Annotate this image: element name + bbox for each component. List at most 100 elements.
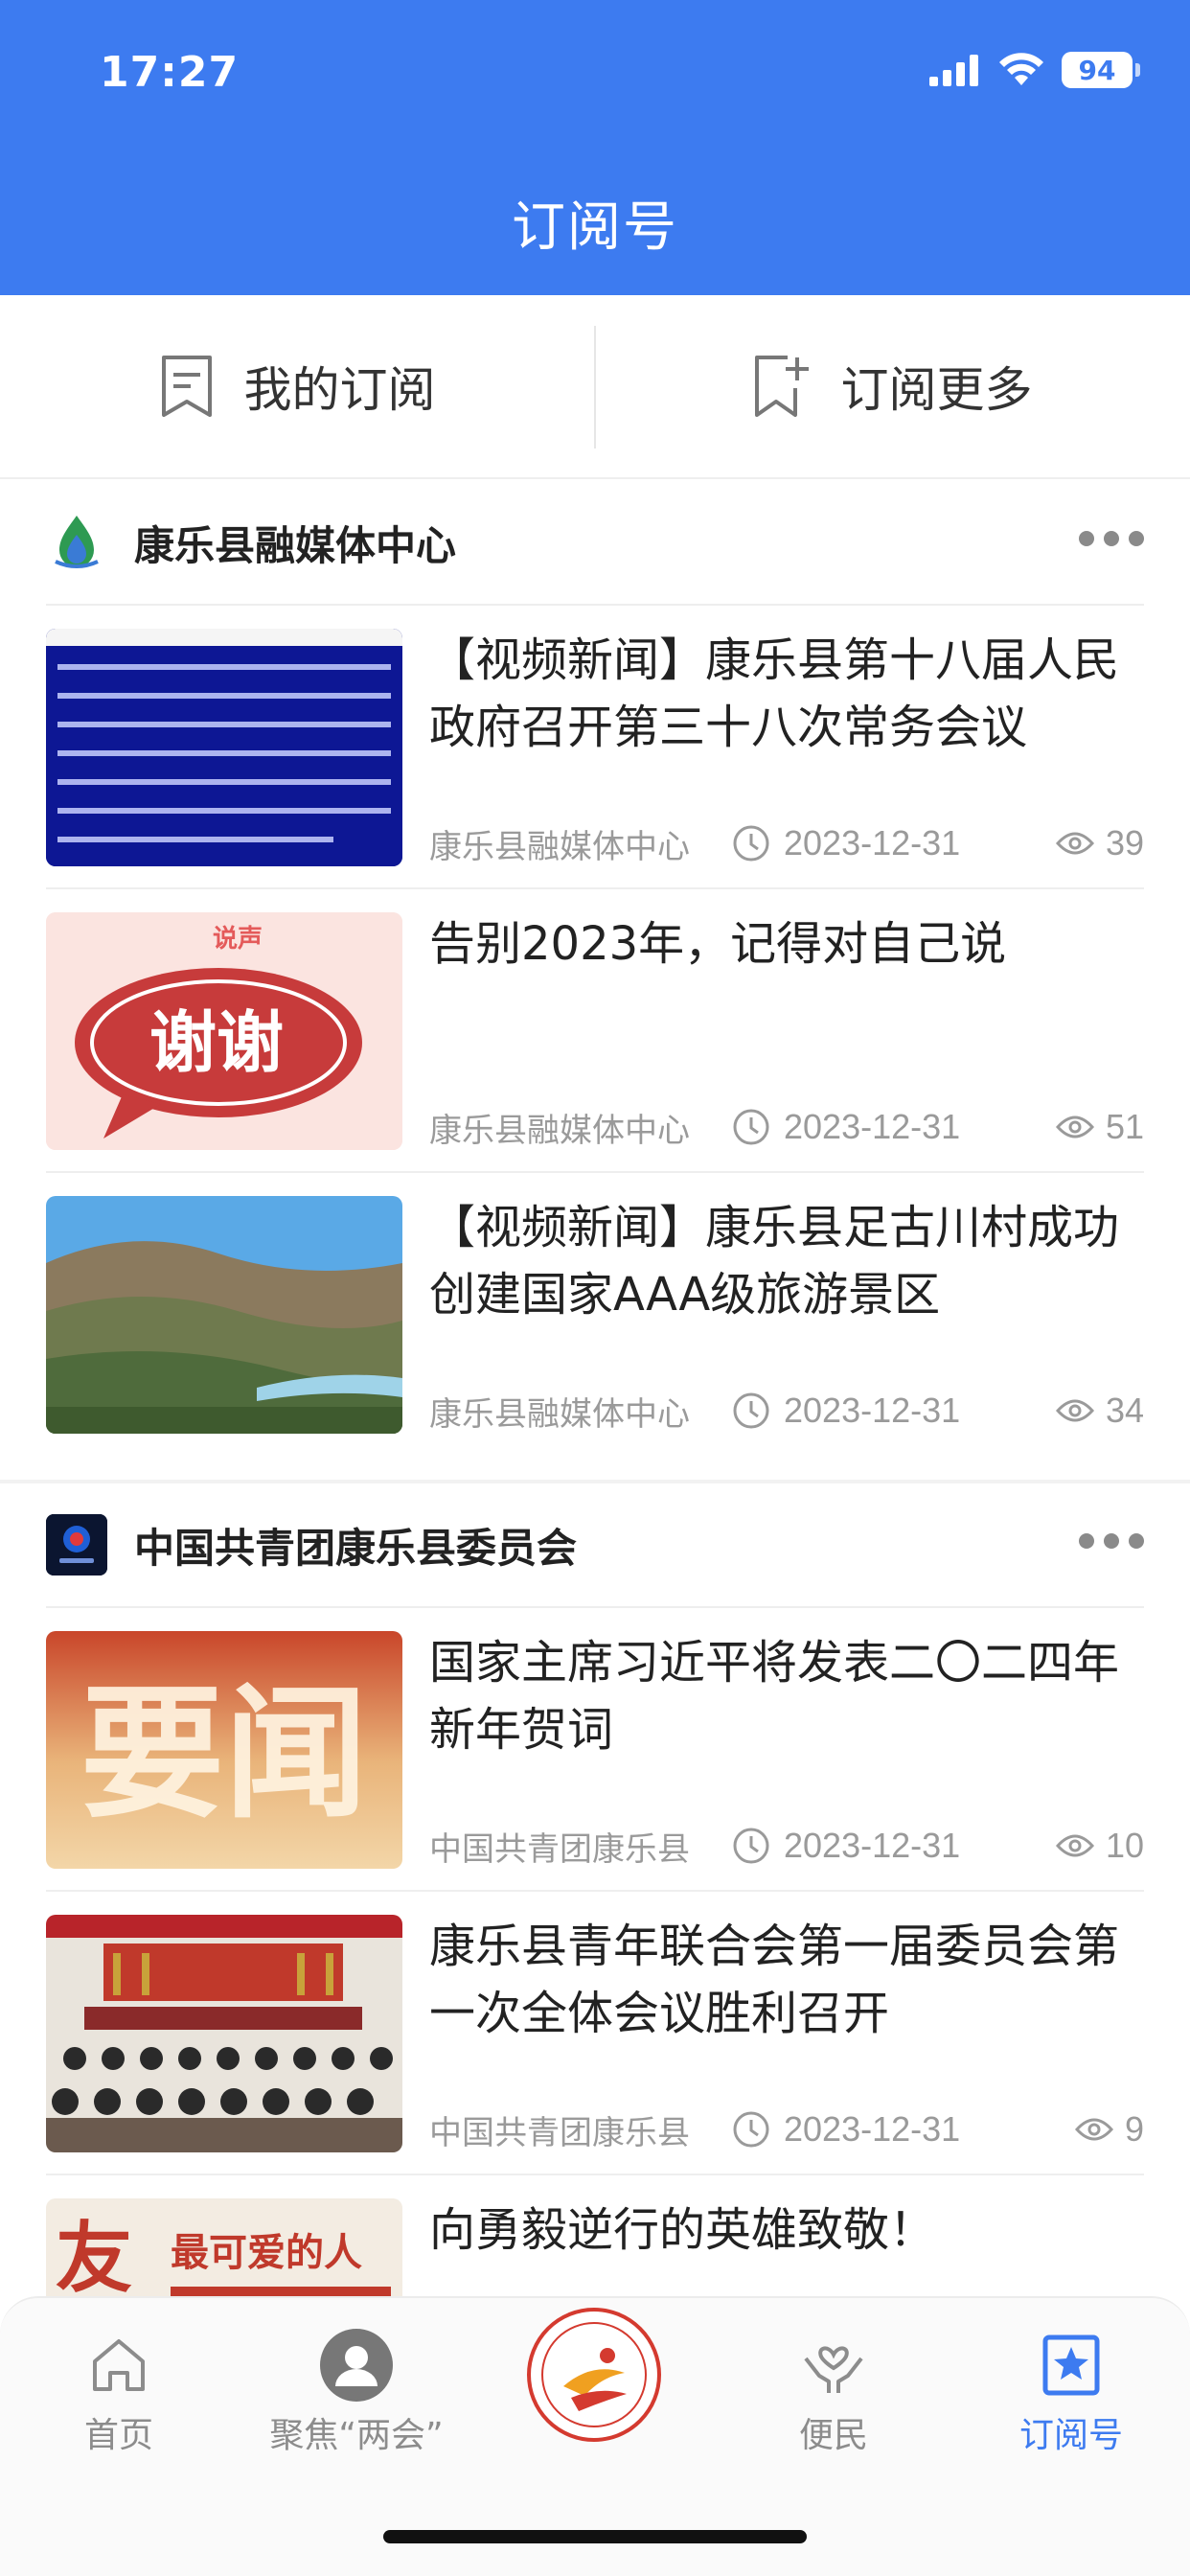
tab-subscribe-more[interactable]: 订阅更多 bbox=[595, 295, 1190, 477]
article-views: 34 bbox=[1105, 1391, 1144, 1430]
nav-focus[interactable]: 聚焦“两会” bbox=[251, 2327, 462, 2457]
nav-focus-label: 聚焦“两会” bbox=[269, 2416, 444, 2455]
article-source: 康乐县融媒体中心 bbox=[429, 1394, 690, 1434]
channel-name: 中国共青团康乐县委员会 bbox=[134, 1524, 578, 1572]
article-meta: 中国共青团康乐县 2023-12-31 9 bbox=[429, 2108, 1144, 2152]
article-views-group: 10 bbox=[1055, 1826, 1144, 1866]
nav-subscriptions-label: 订阅号 bbox=[1018, 2416, 1123, 2455]
nav-center-emblem[interactable] bbox=[525, 2306, 663, 2444]
channel-logo-icon bbox=[46, 1514, 107, 1576]
article-title: 向勇毅逆行的英雄致敬！ bbox=[429, 2203, 936, 2257]
article-date: 2023-12-31 bbox=[784, 2109, 961, 2149]
article-views: 10 bbox=[1105, 1826, 1144, 1865]
thumbnail-text-top: 说声 bbox=[213, 925, 263, 954]
article-date: 2023-12-31 bbox=[784, 823, 961, 862]
article-title: 告别2023年，记得对自己说 bbox=[429, 917, 1007, 971]
article-title: 康乐县青年联合会第一届委员会第一次全体会议胜利召开 bbox=[429, 1920, 1120, 2040]
page-title: 订阅号 bbox=[512, 196, 678, 259]
article-title: 【视频新闻】康乐县足古川村成功创建国家AAA级旅游景区 bbox=[429, 1201, 1120, 1322]
article-meta: 康乐县融媒体中心 2023-12-31 51 bbox=[429, 1106, 1144, 1150]
channel-header[interactable]: 康乐县融媒体中心 bbox=[0, 481, 1190, 604]
battery-icon: 94 bbox=[1062, 52, 1140, 88]
wifi-icon bbox=[999, 53, 1043, 85]
tab-my-subscriptions[interactable]: 我的订阅 bbox=[0, 295, 595, 477]
tab-subscribe-more-label: 订阅更多 bbox=[840, 362, 1033, 418]
nav-subscriptions[interactable]: 订阅号 bbox=[966, 2327, 1177, 2457]
article-item[interactable]: 【视频新闻】康乐县足古川村成功创建国家AAA级旅游景区 康乐县融媒体中心 202… bbox=[46, 1173, 1144, 1457]
clock-icon bbox=[733, 1109, 769, 1145]
eye-icon bbox=[1055, 1116, 1094, 1138]
cellular-signal-icon bbox=[929, 55, 978, 86]
article-item[interactable]: 要闻 国家主席习近平将发表二〇二四年新年贺词 中国共青团康乐县 2023-12-… bbox=[46, 1608, 1144, 1892]
article-item[interactable]: 康乐县青年联合会第一届委员会第一次全体会议胜利召开 中国共青团康乐县 2023-… bbox=[46, 1892, 1144, 2175]
article-thumbnail bbox=[46, 1196, 402, 1434]
article-views-group: 39 bbox=[1055, 823, 1144, 863]
article-views: 39 bbox=[1105, 823, 1144, 862]
tab-divider bbox=[594, 326, 596, 448]
channel-header[interactable]: 中国共青团康乐县委员会 bbox=[0, 1484, 1190, 1606]
nav-services[interactable]: 便民 bbox=[728, 2327, 939, 2457]
article-date: 2023-12-31 bbox=[784, 1826, 961, 1865]
article-title: 国家主席习近平将发表二〇二四年新年贺词 bbox=[429, 1636, 1120, 1757]
nav-home[interactable]: 首页 bbox=[13, 2327, 224, 2457]
article-source: 康乐县融媒体中心 bbox=[429, 827, 690, 866]
user-avatar-icon bbox=[320, 2329, 393, 2402]
article-thumbnail: 要闻 bbox=[46, 1631, 402, 1869]
article-thumbnail bbox=[46, 629, 402, 866]
article-date-group: 2023-12-31 bbox=[732, 1826, 960, 1866]
article-date-group: 2023-12-31 bbox=[732, 1107, 960, 1147]
article-item[interactable]: 谢谢 说声 告别2023年，记得对自己说 康乐县融媒体中心 2023-12-31… bbox=[46, 889, 1144, 1173]
article-thumbnail: 谢谢 说声 bbox=[46, 912, 402, 1150]
article-date-group: 2023-12-31 bbox=[732, 2109, 960, 2150]
article-date: 2023-12-31 bbox=[784, 1391, 961, 1430]
thumbnail-text-main: 谢谢 bbox=[149, 1003, 284, 1082]
eye-icon bbox=[1074, 2118, 1113, 2141]
eye-icon bbox=[1055, 1834, 1094, 1857]
article-date-group: 2023-12-31 bbox=[732, 823, 960, 863]
article-title: 【视频新闻】康乐县第十八届人民政府召开第三十八次常务会议 bbox=[429, 633, 1120, 754]
tab-my-subscriptions-label: 我的订阅 bbox=[243, 362, 436, 418]
status-icons: 94 bbox=[929, 52, 1140, 88]
channel-logo-icon bbox=[46, 512, 107, 573]
helping-hands-icon bbox=[804, 2346, 863, 2393]
more-options-icon[interactable] bbox=[1079, 1533, 1144, 1549]
more-options-icon[interactable] bbox=[1079, 531, 1144, 546]
clock-icon bbox=[733, 1828, 769, 1864]
clock-icon bbox=[733, 2111, 769, 2148]
thumbnail-text-main: 最可爱的人 bbox=[171, 2231, 362, 2275]
nav-services-label: 便民 bbox=[798, 2416, 868, 2455]
article-thumbnail bbox=[46, 1915, 402, 2152]
bookmark-add-icon bbox=[754, 356, 809, 417]
article-views: 9 bbox=[1124, 2109, 1144, 2149]
nav-home-label: 首页 bbox=[83, 2416, 153, 2455]
article-views-group: 51 bbox=[1055, 1107, 1144, 1147]
eye-icon bbox=[1055, 832, 1094, 855]
article-item[interactable]: 【视频新闻】康乐县第十八届人民政府召开第三十八次常务会议 康乐县融媒体中心 20… bbox=[46, 606, 1144, 889]
article-views: 51 bbox=[1105, 1107, 1144, 1146]
article-source: 中国共青团康乐县 bbox=[429, 1829, 690, 1869]
clock-icon bbox=[733, 1392, 769, 1429]
channel-name: 康乐县融媒体中心 bbox=[134, 521, 457, 569]
bookmark-list-icon bbox=[161, 356, 212, 417]
article-meta: 康乐县融媒体中心 2023-12-31 39 bbox=[429, 822, 1144, 866]
subscription-tabs: 我的订阅 订阅更多 bbox=[0, 295, 1190, 479]
thumbnail-text-main: 要闻 bbox=[80, 1669, 368, 1838]
home-indicator[interactable] bbox=[383, 2530, 807, 2543]
thumbnail-text-side: 友 bbox=[56, 2213, 132, 2303]
article-date-group: 2023-12-31 bbox=[732, 1391, 960, 1431]
clock-icon bbox=[733, 825, 769, 862]
article-date: 2023-12-31 bbox=[784, 1107, 961, 1146]
subscription-feed: 康乐县融媒体中心 【视频新闻】康乐县第十八届人民政府召开第三十八次常务会议 康乐… bbox=[0, 481, 1190, 2459]
eye-icon bbox=[1055, 1399, 1094, 1422]
bookmark-star-icon bbox=[1042, 2334, 1100, 2396]
article-views-group: 34 bbox=[1055, 1391, 1144, 1431]
app-header: 17:27 94 订阅号 bbox=[0, 0, 1190, 295]
article-source: 中国共青团康乐县 bbox=[429, 2113, 690, 2152]
status-time: 17:27 bbox=[100, 48, 240, 97]
emblem-logo-icon bbox=[527, 2308, 661, 2442]
article-meta: 康乐县融媒体中心 2023-12-31 34 bbox=[429, 1390, 1144, 1434]
home-icon bbox=[93, 2339, 145, 2391]
article-views-group: 9 bbox=[1074, 2109, 1144, 2150]
article-meta: 中国共青团康乐县 2023-12-31 10 bbox=[429, 1825, 1144, 1869]
article-source: 康乐县融媒体中心 bbox=[429, 1111, 690, 1150]
